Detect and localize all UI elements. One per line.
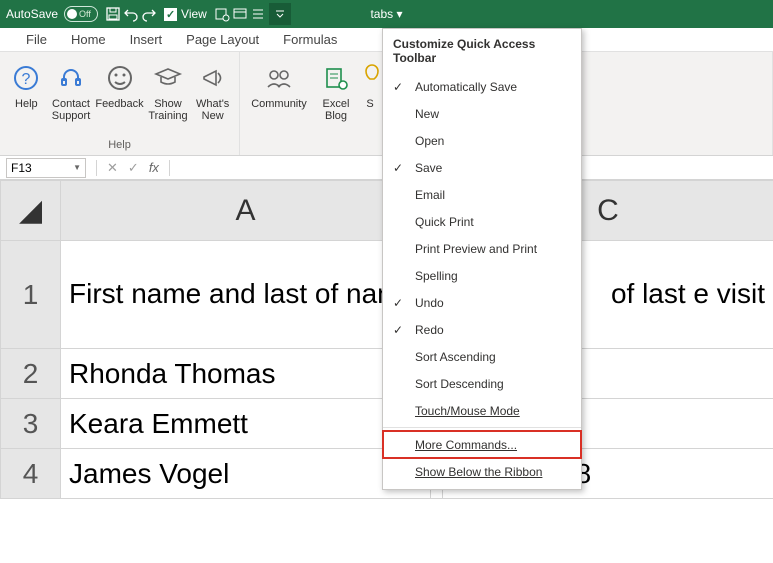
cancel-formula-icon[interactable]: ✕ bbox=[107, 160, 118, 176]
redo-icon[interactable] bbox=[140, 5, 158, 23]
cell-a1[interactable]: First name and last of name bbox=[61, 241, 431, 349]
qat-icon-1[interactable] bbox=[213, 5, 231, 23]
save-icon[interactable] bbox=[104, 5, 122, 23]
excel-blog-button[interactable]: ExcelBlog bbox=[316, 56, 356, 122]
community-button[interactable]: Community bbox=[246, 56, 312, 122]
customize-qat-dropdown[interactable] bbox=[269, 3, 291, 25]
view-toggle[interactable]: ✓ View bbox=[164, 7, 207, 21]
menu-item-new[interactable]: New bbox=[383, 100, 581, 127]
cell-a4[interactable]: James Vogel bbox=[61, 449, 431, 499]
menu-item-spelling[interactable]: Spelling bbox=[383, 262, 581, 289]
cell-a2[interactable]: Rhonda Thomas bbox=[61, 349, 431, 399]
row-header-3[interactable]: 3 bbox=[1, 399, 61, 449]
document-title: tabs ▾ bbox=[370, 7, 402, 21]
titlebar: AutoSave Off ✓ View tabs ▾ bbox=[0, 0, 773, 28]
training-icon bbox=[152, 62, 184, 94]
contact-support-button[interactable]: ContactSupport bbox=[51, 56, 92, 122]
col-header-a[interactable]: A bbox=[61, 181, 431, 241]
customize-qat-menu: Customize Quick Access Toolbar ✓Automati… bbox=[382, 28, 582, 490]
menu-item-email[interactable]: Email bbox=[383, 181, 581, 208]
cell-a3[interactable]: Keara Emmett bbox=[61, 399, 431, 449]
menu-show-below-ribbon[interactable]: Show Below the Ribbon bbox=[383, 458, 581, 485]
menu-more-commands[interactable]: More Commands... bbox=[383, 431, 581, 458]
menu-item-quick-print[interactable]: Quick Print bbox=[383, 208, 581, 235]
row-header-2[interactable]: 2 bbox=[1, 349, 61, 399]
whats-new-button[interactable]: What'sNew bbox=[192, 56, 233, 122]
qat-icon-2[interactable] bbox=[231, 5, 249, 23]
menu-item-open[interactable]: Open bbox=[383, 127, 581, 154]
community-icon bbox=[263, 62, 295, 94]
menu-item-redo[interactable]: ✓Redo bbox=[383, 316, 581, 343]
svg-text:?: ? bbox=[22, 71, 31, 88]
menu-item-sort-ascending[interactable]: Sort Ascending bbox=[383, 343, 581, 370]
tab-formulas[interactable]: Formulas bbox=[271, 28, 349, 51]
menu-item-automatically-save[interactable]: ✓Automatically Save bbox=[383, 73, 581, 100]
megaphone-icon bbox=[197, 62, 229, 94]
tab-file[interactable]: File bbox=[14, 28, 59, 51]
headset-icon bbox=[55, 62, 87, 94]
feedback-button[interactable]: Feedback bbox=[95, 56, 143, 122]
tab-insert[interactable]: Insert bbox=[118, 28, 175, 51]
menu-item-save[interactable]: ✓Save bbox=[383, 154, 581, 181]
menu-title: Customize Quick Access Toolbar bbox=[383, 29, 581, 73]
row-header-4[interactable]: 4 bbox=[1, 449, 61, 499]
help-button[interactable]: ? Help bbox=[6, 56, 47, 122]
group-label-help: Help bbox=[6, 139, 233, 153]
menu-item-sort-descending[interactable]: Sort Descending bbox=[383, 370, 581, 397]
menu-item-touch-mouse-mode[interactable]: Touch/Mouse Mode bbox=[383, 397, 581, 424]
menu-item-print-preview-and-print[interactable]: Print Preview and Print bbox=[383, 235, 581, 262]
row-header-1[interactable]: 1 bbox=[1, 241, 61, 349]
fx-icon[interactable]: fx bbox=[149, 160, 159, 175]
smiley-icon bbox=[104, 62, 136, 94]
help-icon: ? bbox=[10, 62, 42, 94]
accept-formula-icon[interactable]: ✓ bbox=[128, 160, 139, 176]
qat-icon-3[interactable] bbox=[249, 5, 267, 23]
tab-home[interactable]: Home bbox=[59, 28, 118, 51]
show-training-button[interactable]: ShowTraining bbox=[148, 56, 189, 122]
blog-icon bbox=[320, 62, 352, 94]
autosave-toggle[interactable]: Off bbox=[64, 6, 98, 22]
suggest-feature-edge[interactable]: S bbox=[360, 56, 380, 122]
tab-pagelayout[interactable]: Page Layout bbox=[174, 28, 271, 51]
menu-item-undo[interactable]: ✓Undo bbox=[383, 289, 581, 316]
autosave-label: AutoSave bbox=[6, 7, 58, 21]
name-box[interactable]: F13▼ bbox=[6, 158, 86, 178]
undo-icon[interactable] bbox=[122, 5, 140, 23]
select-all-corner[interactable]: ◢ bbox=[1, 181, 61, 241]
